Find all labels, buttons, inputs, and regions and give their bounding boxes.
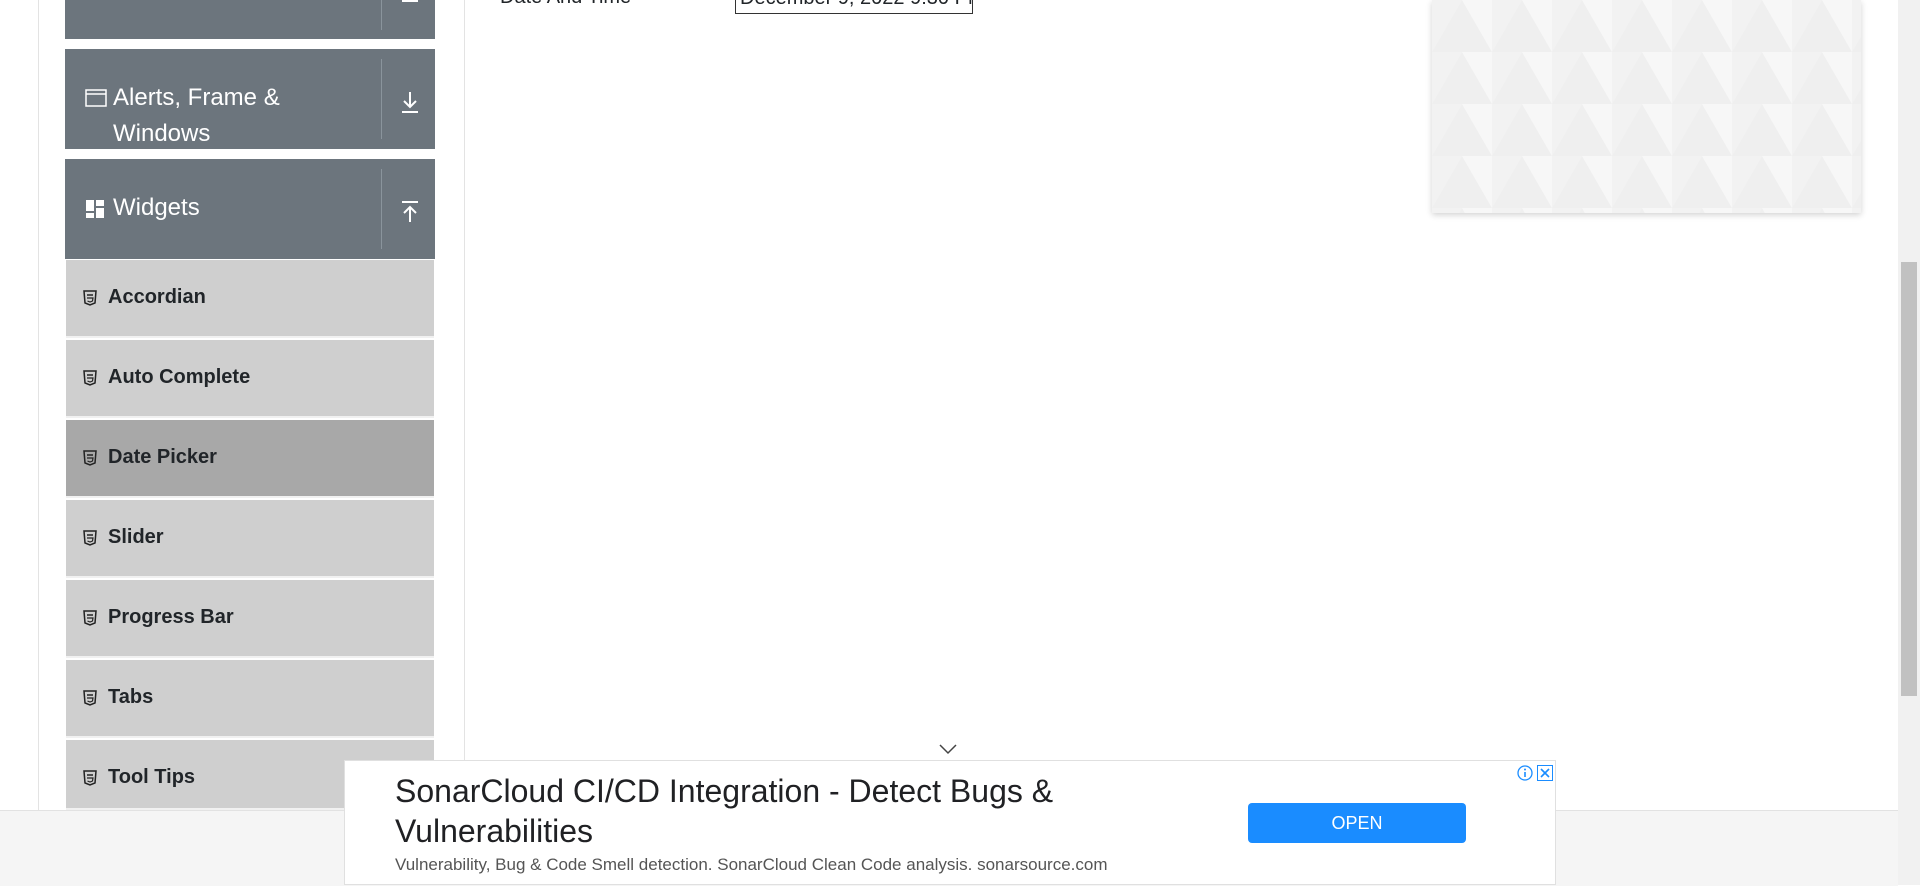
group-separator [381, 0, 382, 30]
html5-icon [82, 290, 98, 306]
sidebar-item-label: Auto Complete [108, 366, 251, 388]
ad-banner[interactable]: SonarCloud CI/CD Integration - Detect Bu… [344, 760, 1556, 885]
sidebar-group-alerts-frame-windows[interactable]: Alerts, Frame & Windows [65, 49, 435, 149]
sidebar-item-label: Progress Bar [108, 606, 234, 628]
sidebar-item-label: Tabs [108, 686, 154, 708]
download-arrow-icon[interactable] [395, 87, 425, 117]
date-time-label: Date And Time [500, 0, 631, 9]
sidebar-item-label: Tool Tips [108, 766, 196, 788]
scrollbar-thumb[interactable] [1901, 262, 1917, 696]
sidebar-item-accordian[interactable]: Accordian [66, 260, 434, 338]
side-ad-panel[interactable] [1432, 0, 1861, 213]
sidebar-item-label: Slider [108, 526, 164, 548]
window-icon [85, 89, 107, 109]
html5-icon [82, 450, 98, 466]
sidebar-item-label: Accordian [108, 286, 206, 308]
ad-open-button[interactable]: OPEN [1248, 803, 1466, 843]
triangle-pattern [1432, 0, 1861, 213]
group-separator [381, 169, 382, 249]
group-title: Alerts, Frame & Windows [113, 84, 280, 147]
content-divider [464, 0, 465, 810]
upload-arrow-icon[interactable] [395, 197, 425, 227]
sidebar-group-widgets[interactable]: Widgets [65, 159, 435, 259]
sidebar-item-auto-complete[interactable]: Auto Complete [66, 340, 434, 418]
html5-icon [82, 370, 98, 386]
info-icon[interactable] [1517, 765, 1533, 781]
sidebar-item-slider[interactable]: Slider [66, 500, 434, 578]
sidebar-item-tabs[interactable]: Tabs [66, 660, 434, 738]
close-icon[interactable] [1537, 765, 1553, 781]
html5-icon [82, 690, 98, 706]
date-time-input[interactable]: December 9, 2022 9:30 PM [735, 0, 973, 14]
ad-title[interactable]: SonarCloud CI/CD Integration - Detect Bu… [395, 771, 1155, 851]
ad-description: Vulnerability, Bug & Code Smell detectio… [395, 855, 1108, 874]
group-title: Widgets [113, 194, 200, 221]
sidebar-group-previous[interactable] [65, 0, 435, 39]
html5-icon [82, 610, 98, 626]
chevron-down-icon[interactable] [937, 742, 959, 756]
left-rail [38, 0, 39, 810]
collapse-icon[interactable] [395, 0, 425, 16]
html5-icon [82, 770, 98, 786]
sidebar-item-label: Date Picker [108, 446, 217, 468]
html5-icon [82, 530, 98, 546]
widgets-icon [85, 199, 105, 219]
sidebar-item-date-picker[interactable]: Date Picker [66, 420, 434, 498]
group-separator [381, 59, 382, 139]
sidebar-item-progress-bar[interactable]: Progress Bar [66, 580, 434, 658]
